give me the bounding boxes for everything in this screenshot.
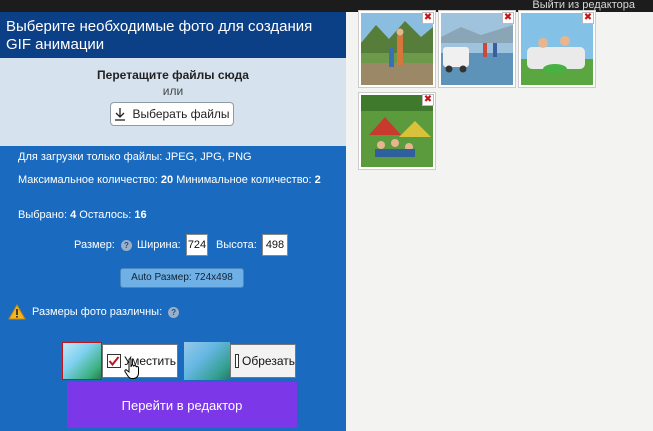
size-row: Размер: ? Ширина: 724 Высота: 498 (0, 234, 346, 258)
height-label: Высота: (216, 239, 257, 251)
drop-zone[interactable]: Перетащите файлы сюда или Выберать файлы (0, 58, 346, 146)
remaining-count: 16 (134, 209, 147, 221)
photo-thumbnail[interactable]: ✖ (518, 10, 596, 88)
photo-thumbnail[interactable]: ✖ (358, 10, 436, 88)
close-x-icon[interactable]: ✖ (422, 12, 434, 24)
fit-preview-image (62, 342, 102, 380)
crop-checkbox[interactable] (235, 354, 240, 368)
selection-status: Выбрано: 4 Осталось: 16 (18, 209, 147, 221)
fit-option[interactable]: Уместить (62, 342, 178, 380)
fit-checkbox[interactable] (107, 354, 121, 368)
limits-text: Максимальное количество: 20 Минимальное … (18, 174, 321, 186)
select-files-label: Выберать файлы (132, 107, 230, 121)
close-x-icon[interactable]: ✖ (582, 12, 594, 24)
checkmark-icon (108, 356, 120, 367)
go-to-editor-button[interactable]: Перейти в редактор (67, 382, 297, 428)
size-label: Размер: (74, 239, 115, 251)
selected-count: 4 (70, 209, 77, 221)
width-input[interactable]: 724 (186, 234, 208, 256)
question-icon[interactable]: ? (121, 240, 132, 251)
photo-thumbnail[interactable]: ✖ (358, 92, 436, 170)
page-title: Выберите необходимые фото для создания G… (6, 18, 313, 53)
warning-triangle-icon (8, 304, 26, 320)
photo-thumbnail[interactable]: ✖ (438, 10, 516, 88)
file-types-text: Для загрузки только файлы: JPEG, JPG, PN… (18, 151, 252, 163)
crop-option[interactable]: Обрезать (184, 342, 296, 380)
select-files-button[interactable]: Выберать файлы (110, 102, 234, 126)
hand-pointer-icon (124, 358, 139, 379)
close-x-icon[interactable]: ✖ (422, 94, 434, 106)
size-warning: Размеры фото различны: ? (8, 304, 180, 320)
upload-panel: Выберите необходимые фото для создания G… (0, 12, 346, 431)
download-arrow-icon (115, 108, 126, 121)
crop-label: Обрезать (242, 354, 295, 368)
question-icon[interactable]: ? (168, 306, 180, 318)
drop-or-text: или (162, 84, 184, 98)
panel-header: Выберите необходимые фото для создания G… (0, 12, 346, 58)
auto-size-button[interactable]: Auto Размер: 724x498 (120, 268, 244, 288)
width-label: Ширина: (137, 239, 181, 251)
crop-preview-image (184, 342, 230, 380)
warning-text: Размеры фото различны: (32, 306, 163, 318)
max-count: 20 (160, 174, 174, 186)
min-count: 2 (314, 174, 321, 186)
close-x-icon[interactable]: ✖ (502, 12, 514, 24)
height-input[interactable]: 498 (262, 234, 288, 256)
drop-title: Перетащите файлы сюда (97, 68, 249, 82)
